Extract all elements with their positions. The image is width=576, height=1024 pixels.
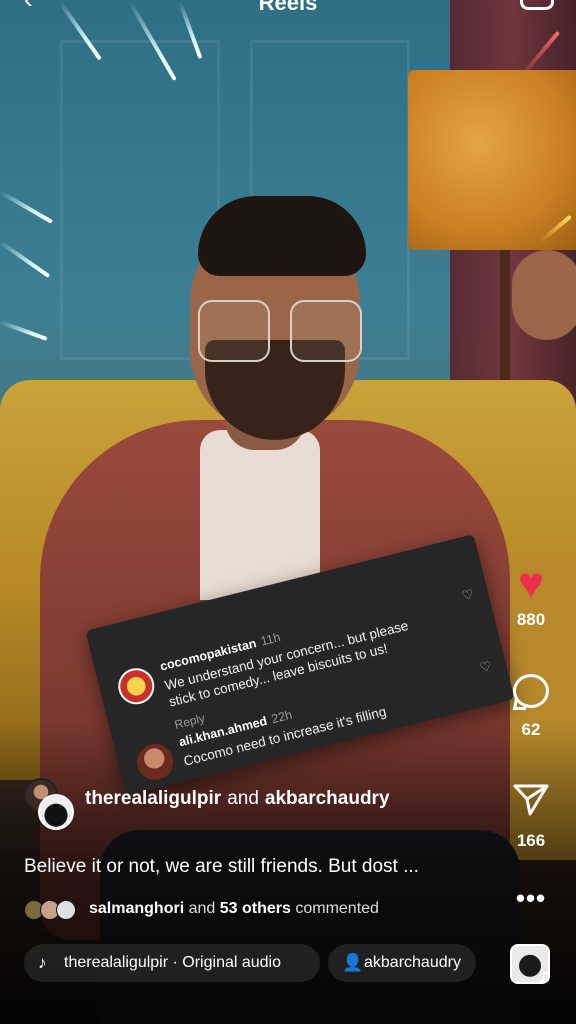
comment-button[interactable]: 62 xyxy=(496,674,566,740)
tagged-user-chip[interactable]: 👤 akbarchaudry xyxy=(328,944,476,982)
comment-count: 62 xyxy=(521,720,541,739)
send-icon xyxy=(513,784,549,816)
author-avatars[interactable] xyxy=(24,778,78,832)
more-icon: ••• xyxy=(515,883,547,913)
heart-icon: ♥ xyxy=(517,559,545,608)
confetti-ray xyxy=(0,240,51,279)
avatar[interactable] xyxy=(38,794,74,830)
comment-avatar[interactable] xyxy=(133,740,177,784)
comment-heart-icon[interactable]: ♡ xyxy=(460,586,475,604)
comment-icon xyxy=(513,674,549,708)
like-button[interactable]: ♥ 880 xyxy=(496,562,566,630)
person-glasses xyxy=(198,300,364,366)
comment-heart-icon[interactable]: ♡ xyxy=(478,658,493,676)
author-names: therealaligulpir and akbarchaudry xyxy=(85,788,390,809)
person-hair xyxy=(198,196,366,276)
person-icon: 👤 xyxy=(342,953,364,972)
comment-time: 11h xyxy=(259,630,282,649)
commenters-summary[interactable]: salmanghori and 53 others commented xyxy=(89,900,379,918)
top-bar: ‹ Reels xyxy=(0,0,576,16)
share-button[interactable]: 166 xyxy=(496,780,566,851)
audio-label: therealaligulpir · Original audio xyxy=(64,954,282,971)
camera-icon[interactable] xyxy=(520,0,554,10)
author-link[interactable]: akbarchaudry xyxy=(265,788,390,809)
audio-chip[interactable]: ♪ therealaligulpir · Original audio xyxy=(24,944,320,982)
music-note-icon: ♫ xyxy=(538,966,552,986)
author-link[interactable]: therealaligulpir xyxy=(85,788,221,809)
person-tshirt xyxy=(200,430,320,600)
like-count: 880 xyxy=(516,610,546,629)
comment-avatar[interactable] xyxy=(114,664,159,709)
comment-time: 22h xyxy=(269,707,294,727)
tagged-user-label: akbarchaudry xyxy=(364,954,461,971)
music-note-icon: ♪ xyxy=(38,953,47,972)
confetti-ray xyxy=(0,320,48,341)
share-count: 166 xyxy=(516,831,546,850)
page-title: Reels xyxy=(258,0,318,15)
person-hand xyxy=(512,250,576,340)
confetti-ray xyxy=(0,190,53,224)
lamp-shade xyxy=(408,70,576,250)
avatar xyxy=(56,900,76,920)
more-button[interactable]: ••• xyxy=(496,883,566,913)
post-caption[interactable]: Believe it or not, we are still friends.… xyxy=(24,856,419,878)
